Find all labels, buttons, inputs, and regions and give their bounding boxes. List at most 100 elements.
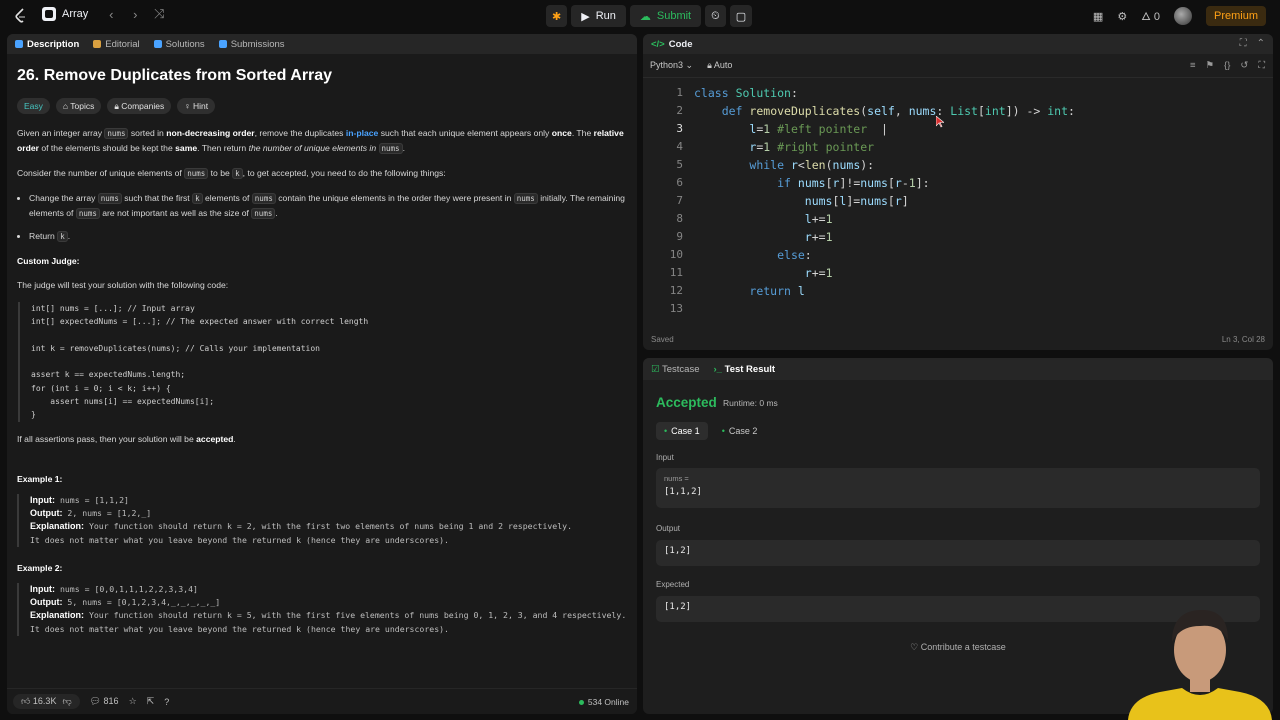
code-line: else:	[777, 248, 812, 262]
problem-list-icon[interactable]	[42, 7, 56, 21]
code-icon: </>	[651, 38, 665, 50]
example-output: 5, nums = [0,1,2,3,4,_,_,_,_,_]	[67, 597, 221, 608]
code-line: class Solution:	[694, 86, 798, 100]
case-1-tab[interactable]: Case 1	[656, 422, 708, 440]
shuffle-icon[interactable]: ⤨	[150, 6, 168, 22]
tab-description[interactable]: Description	[15, 39, 79, 50]
webcam-person-image	[1128, 610, 1272, 720]
custom-judge-heading: Custom Judge:	[17, 256, 80, 266]
premium-button[interactable]: Premium	[1205, 6, 1266, 26]
line-number: 11	[669, 266, 683, 279]
tab-label: Description	[27, 38, 80, 50]
like-dislike-group: 👍︎ 16.3K 👎︎	[13, 694, 80, 709]
comments-button[interactable]: 💬︎ 816	[90, 696, 119, 707]
language-bar: Python3 ⌄ 🔒︎ Auto	[643, 54, 1273, 78]
fullscreen-icon[interactable]: ⛶	[1258, 60, 1265, 71]
share-icon[interactable]: ⇱	[147, 696, 155, 707]
like-button[interactable]: 👍︎ 16.3K	[21, 696, 56, 707]
description-footer: 👍︎ 16.3K 👎︎ 💬︎ 816 ☆ ⇱ ? 534 Online	[7, 688, 637, 714]
like-count: 16.3K	[32, 696, 57, 706]
tab-editorial[interactable]: Editorial	[93, 39, 140, 50]
submit-button[interactable]: ☁ Submit	[629, 5, 702, 27]
code-panel: </> Code ⛶ ⌃ Python3 ⌄ 🔒︎ Auto ≡ ⚑ {} ↺ …	[643, 34, 1273, 350]
alarm-icon: ⏲	[711, 9, 720, 22]
avatar[interactable]	[1173, 7, 1192, 25]
online-count: 534 Online	[579, 697, 629, 707]
dislike-button[interactable]: 👎︎	[62, 696, 71, 707]
book-icon	[93, 40, 102, 48]
line-number: 8	[676, 212, 683, 225]
cloud-upload-icon: ☁	[639, 10, 651, 23]
expected-label: Expected	[656, 580, 690, 589]
tab-solutions[interactable]: Solutions	[153, 38, 205, 50]
run-button[interactable]: ▶ Run	[571, 5, 626, 27]
thumbs-up-icon: 👍︎	[21, 696, 31, 706]
settings-gear-icon[interactable]: ⚙	[1117, 10, 1127, 23]
expand-icon[interactable]: ⛶	[1240, 38, 1247, 49]
problem-tags: Easy ⌂ Topics 🔒︎ Companies ♀ Hint	[17, 98, 627, 114]
example-2-block: Input: nums = [0,0,1,1,1,2,2,3,3,4] Outp…	[17, 582, 627, 637]
format-icon[interactable]: ≡	[1190, 60, 1196, 71]
difficulty-badge: Easy	[17, 98, 50, 114]
topics-tag[interactable]: ⌂ Topics	[55, 98, 102, 114]
result-tabs: ☑ Testcase ›_ Test Result	[643, 358, 1273, 380]
checkbox-icon: ☑	[651, 363, 660, 375]
tab-label: Testcase	[662, 363, 700, 375]
comment-icon: 💬︎	[89, 696, 102, 706]
code-line: r=1 #right pointer	[749, 140, 875, 154]
judge-intro: The judge will test your solution with t…	[17, 280, 229, 290]
comment-count: 816	[103, 696, 119, 706]
next-problem-icon[interactable]: ›	[126, 7, 144, 22]
tab-label: Solutions	[165, 38, 205, 50]
companies-tag[interactable]: 🔒︎ Companies	[107, 98, 172, 114]
code-line: l=1 #left pointer |	[749, 122, 888, 136]
collapse-icon[interactable]: ⌃	[1257, 38, 1265, 49]
tab-submissions[interactable]: Submissions	[218, 39, 285, 50]
top-bar: Array ‹ › ⤨ ✱ ▶ Run ☁ Submit ⏲ ▢ ▦ ⚙ 🜂 0 P…	[0, 0, 1280, 32]
contribute-label: Contribute a testcase	[920, 642, 1006, 652]
description-icon	[15, 40, 23, 48]
mode-label: Auto	[713, 60, 733, 70]
example-note: It does not matter what you leave beyond…	[30, 623, 449, 634]
problem-list-title[interactable]: Array	[62, 8, 88, 20]
timer-button[interactable]: ⏲	[705, 5, 726, 27]
description-panel: Description Editorial Solutions Submissi…	[7, 34, 637, 714]
language-select[interactable]: Python3 ⌄	[650, 60, 693, 71]
code-line: if nums[r]!=nums[r-1]:	[777, 176, 930, 190]
favorite-star-icon[interactable]: ☆	[129, 696, 137, 707]
code-line: r+=1	[804, 266, 833, 280]
judge-code-block: int[] nums = [...]; // Input array int[]…	[18, 302, 627, 422]
auto-mode[interactable]: 🔒︎ Auto	[707, 60, 732, 71]
chevron-down-icon: ⌄	[685, 60, 694, 70]
leetcode-logo-icon[interactable]	[14, 8, 28, 24]
braces-icon[interactable]: {}	[1224, 60, 1230, 71]
bookmark-icon[interactable]: ⚑	[1205, 60, 1214, 71]
code-lines[interactable]: class Solution: def removeDuplicates(sel…	[694, 84, 1075, 318]
requirements-list: Change the array nums such that the firs…	[17, 191, 627, 244]
help-icon[interactable]: ?	[164, 697, 169, 707]
debug-button[interactable]: ✱	[546, 5, 568, 27]
mouse-cursor-icon	[936, 116, 944, 128]
prev-problem-icon[interactable]: ‹	[102, 7, 120, 22]
hint-tag[interactable]: ♀ Hint	[177, 98, 216, 114]
problem-title[interactable]: 26. Remove Duplicates from Sorted Array	[17, 66, 627, 86]
tab-testcase[interactable]: ☑ Testcase	[651, 364, 700, 375]
code-editor[interactable]: 1 2 3 4 5 6 7 8 9 10 11 12 13 class Solu…	[643, 82, 1273, 326]
list-item: Change the array nums such that the firs…	[29, 191, 627, 221]
reset-icon[interactable]: ↺	[1240, 60, 1248, 71]
example-output: 2, nums = [1,2,_]	[67, 507, 152, 518]
code-line: nums[l]=nums[r]	[804, 194, 909, 208]
streak-fire-icon[interactable]: 🜂 0	[1141, 5, 1160, 27]
notes-button[interactable]: ▢	[729, 5, 753, 27]
verdict: Accepted	[656, 395, 717, 410]
input-label: Input:	[30, 583, 55, 594]
code-panel-header: </> Code	[643, 34, 1273, 54]
problem-content: 26. Remove Duplicates from Sorted Array …	[7, 54, 637, 637]
line-number: 3	[676, 122, 683, 135]
language-label: Python3	[650, 60, 684, 70]
line-number: 2	[676, 104, 683, 117]
layout-icon[interactable]: ▦	[1093, 10, 1103, 23]
case-2-tab[interactable]: Case 2	[714, 422, 766, 440]
tab-test-result[interactable]: ›_ Test Result	[714, 364, 776, 375]
